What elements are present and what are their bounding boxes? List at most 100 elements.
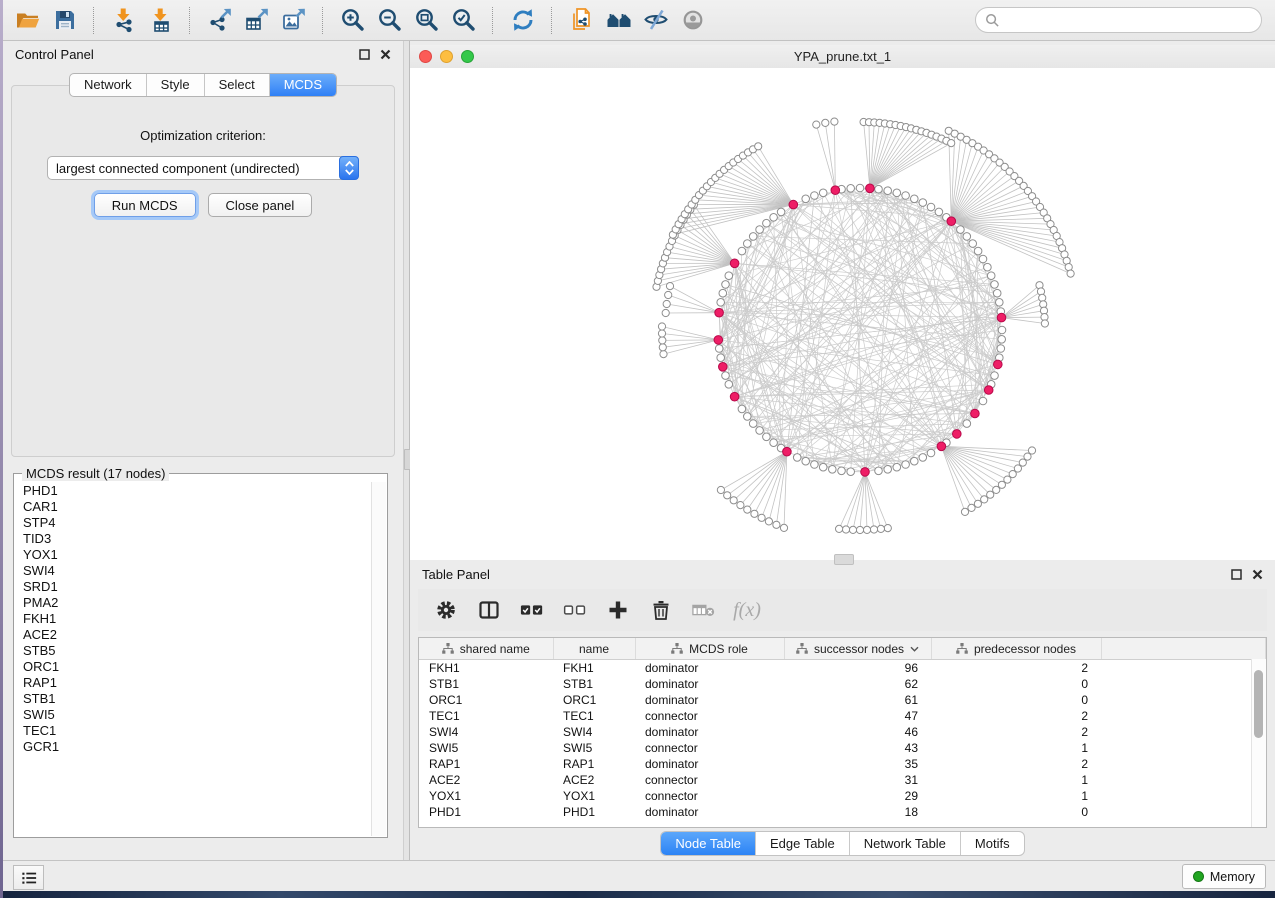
table-cell[interactable]: dominator [635,676,784,692]
graph-node[interactable] [838,467,846,475]
graph-hub-node[interactable] [831,186,840,195]
graph-satellite-node[interactable] [724,492,731,499]
graph-node[interactable] [722,281,730,289]
graph-node[interactable] [763,433,771,441]
table-cell[interactable]: SWI4 [419,724,553,740]
table-cell[interactable]: 47 [784,708,931,724]
graph-node[interactable] [987,272,995,280]
graph-node[interactable] [763,219,771,227]
zoom-out-icon[interactable] [371,4,408,36]
graph-satellite-node[interactable] [780,524,787,531]
graph-satellite-node[interactable] [981,496,988,503]
graph-hub-node[interactable] [730,259,739,268]
graph-node[interactable] [811,461,819,469]
table-cell[interactable]: 61 [784,692,931,708]
graph-satellite-node[interactable] [961,508,968,515]
graph-satellite-node[interactable] [993,486,1000,493]
graph-node[interactable] [777,208,785,216]
table-scrollbar[interactable] [1251,659,1266,827]
mcds-result-item[interactable]: PHD1 [23,483,372,499]
graph-satellite-node[interactable] [737,502,744,509]
table-cell[interactable]: STB1 [419,676,553,692]
graph-node[interactable] [893,189,901,197]
graph-satellite-node[interactable] [717,486,724,493]
graph-hub-node[interactable] [947,217,956,226]
graph-node[interactable] [717,354,725,362]
export-network-icon[interactable] [201,4,238,36]
graph-satellite-node[interactable] [974,500,981,507]
table-cell[interactable]: 2 [931,724,1101,740]
graph-node[interactable] [911,457,919,465]
table-cell[interactable]: PHD1 [419,804,553,820]
import-network-icon[interactable] [105,4,142,36]
graph-satellite-node[interactable] [870,526,877,533]
close-panel-icon[interactable] [1252,569,1263,580]
graph-satellite-node[interactable] [765,518,772,525]
graph-satellite-node[interactable] [1024,453,1031,460]
graph-satellite-node[interactable] [751,510,758,517]
graph-satellite-node[interactable] [1067,270,1074,277]
zoom-selected-icon[interactable] [445,4,482,36]
export-image-icon[interactable] [275,4,312,36]
graph-node[interactable] [998,326,1006,334]
search-box[interactable] [975,7,1262,33]
graph-node[interactable] [927,449,935,457]
graph-node[interactable] [902,461,910,469]
graph-node[interactable] [875,467,883,475]
graph-hub-node[interactable] [715,308,724,317]
refresh-icon[interactable] [504,4,541,36]
save-session-icon[interactable] [46,4,83,36]
table-cell[interactable]: 96 [784,660,931,677]
tab-network[interactable]: Network [70,74,146,96]
table-cell[interactable]: RAP1 [419,756,553,772]
show-panels-list-button[interactable] [13,865,44,890]
tab-node-table[interactable]: Node Table [661,832,755,855]
hide-graphics-details-icon[interactable] [637,4,674,36]
mcds-result-item[interactable]: STB5 [23,643,372,659]
graph-node[interactable] [770,214,778,222]
graph-satellite-node[interactable] [744,506,751,513]
mcds-result-item[interactable]: FKH1 [23,611,372,627]
table-cell[interactable]: STB1 [553,676,635,692]
mcds-result-item[interactable]: CAR1 [23,499,372,515]
graph-hub-node[interactable] [997,313,1006,322]
graph-satellite-node[interactable] [856,526,863,533]
run-mcds-button[interactable]: Run MCDS [94,193,196,217]
table-row[interactable]: TEC1TEC1connector472 [419,708,1266,724]
graph-satellite-node[interactable] [658,330,665,337]
mcds-result-item[interactable]: ACE2 [23,627,372,643]
graph-node[interactable] [738,405,746,413]
graph-satellite-node[interactable] [813,121,820,128]
graph-node[interactable] [893,463,901,471]
graph-satellite-node[interactable] [831,118,838,125]
table-cell[interactable]: 35 [784,756,931,772]
graph-satellite-node[interactable] [662,309,669,316]
graph-node[interactable] [722,372,730,380]
table-cell[interactable]: SWI4 [553,724,635,740]
table-cell[interactable]: 1 [931,788,1101,804]
graph-satellite-node[interactable] [730,497,737,504]
table-cell[interactable]: connector [635,708,784,724]
graph-satellite-node[interactable] [665,291,672,298]
graph-node[interactable] [998,336,1006,344]
graph-satellite-node[interactable] [1041,320,1048,327]
graph-node[interactable] [819,463,827,471]
graph-node[interactable] [770,439,778,447]
graph-node[interactable] [856,184,864,192]
graph-hub-node[interactable] [789,200,798,209]
graph-node[interactable] [919,199,927,207]
graph-satellite-node[interactable] [773,521,780,528]
create-column-icon[interactable] [606,598,630,622]
graph-hub-node[interactable] [994,360,1003,369]
horizontal-splitter-handle[interactable] [834,554,854,565]
hide-all-columns-icon[interactable] [563,598,587,622]
graph-node[interactable] [996,299,1004,307]
graph-node[interactable] [957,226,965,234]
graph-node[interactable] [991,372,999,380]
tab-motifs[interactable]: Motifs [960,832,1024,855]
graph-node[interactable] [802,457,810,465]
split-table-view-icon[interactable] [477,598,501,622]
graph-node[interactable] [725,272,733,280]
column-header-mcds-role[interactable]: MCDS role [635,638,784,660]
graph-node[interactable] [749,233,757,241]
